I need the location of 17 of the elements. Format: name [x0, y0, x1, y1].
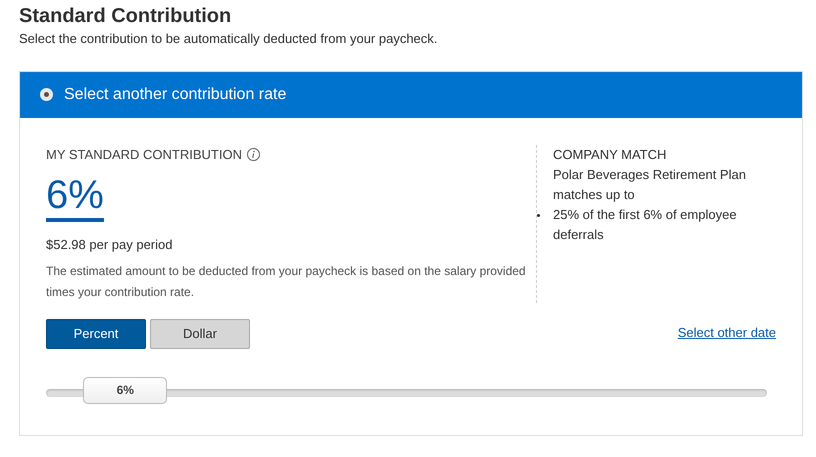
bullet-icon: [537, 214, 540, 216]
page-title: Standard Contribution: [19, 4, 232, 29]
contribution-rate: 6%: [46, 172, 104, 222]
section-heading: MY STANDARD CONTRIBUTION: [46, 146, 242, 164]
radio-icon: [40, 88, 53, 101]
deduction-note: The estimated amount to be deducted from your paycheck is based on the salary provided times your contribution rate.: [46, 262, 527, 300]
mode-toggle-button[interactable]: Dollar: [150, 318, 250, 348]
section-heading: COMPANY MATCH: [553, 146, 668, 164]
match-text: Polar Beverages Retirement Plan matches up to: [553, 166, 747, 204]
info-icon[interactable]: [246, 148, 260, 161]
slider-thumb[interactable]: 6%: [83, 376, 168, 404]
mode-toggle-button[interactable]: Percent: [46, 318, 146, 348]
select-date-link[interactable]: Select other date: [678, 322, 776, 342]
match-item: 25% of the first 6% of employee deferrals: [553, 206, 737, 242]
option-header[interactable]: Select another contribution rate: [20, 72, 802, 118]
pay-period-amount: $52.98 per pay period: [46, 236, 174, 254]
page-subtitle: Select the contribution to be automatically deducted from your paycheck.: [19, 30, 438, 48]
